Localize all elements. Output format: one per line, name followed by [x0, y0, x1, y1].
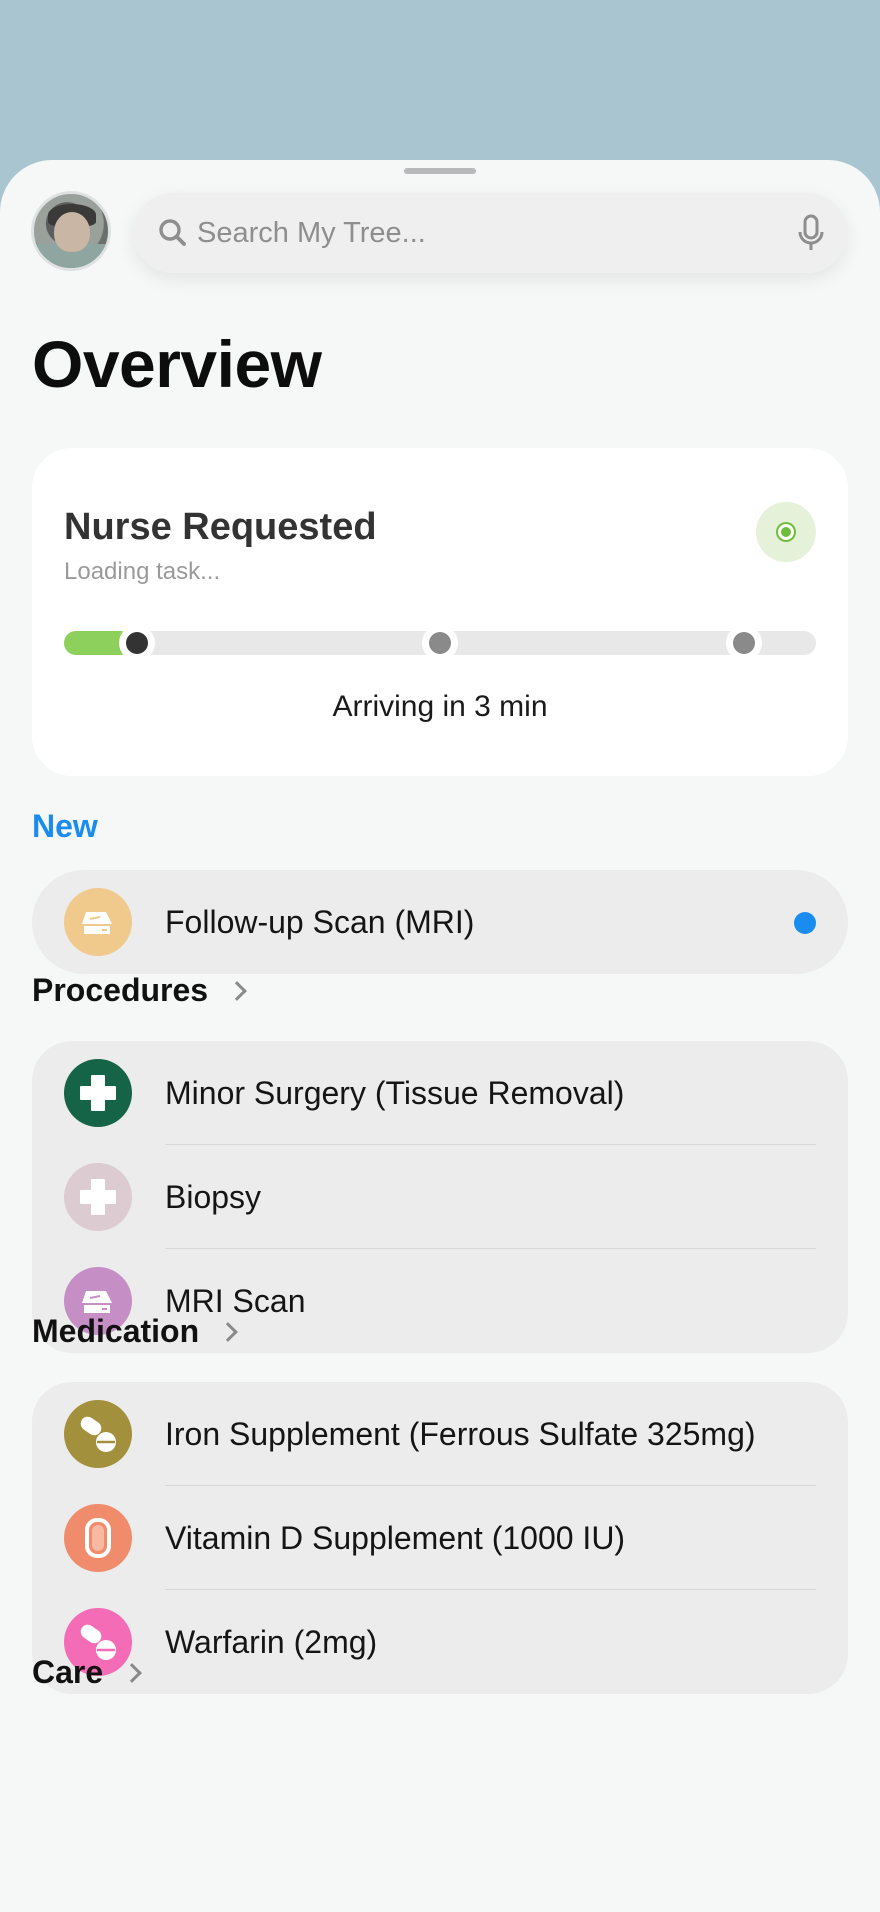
- unread-badge: [794, 912, 816, 934]
- list-item-label: Follow-up Scan (MRI): [165, 904, 475, 940]
- search-bar[interactable]: Search My Tree...: [133, 193, 847, 273]
- list-item-new-0[interactable]: Follow-up Scan (MRI): [32, 870, 848, 974]
- pills-icon: [64, 1400, 132, 1468]
- page-title: Overview: [32, 327, 322, 401]
- medical-cross-icon: [64, 1059, 132, 1127]
- task-title: Nurse Requested: [64, 506, 377, 548]
- sheet-grabber[interactable]: [404, 168, 476, 174]
- capsule-icon: [64, 1504, 132, 1572]
- task-eta: Arriving in 3 min: [332, 690, 548, 723]
- list-item-label: Biopsy: [165, 1179, 262, 1215]
- list-item-medication-0[interactable]: Iron Supplement (Ferrous Sulfate 325mg): [32, 1382, 848, 1486]
- list-item-medication-1[interactable]: Vitamin D Supplement (1000 IU): [32, 1486, 848, 1590]
- overview-sheet: Search My Tree... Overview Nurse Request…: [0, 160, 880, 1912]
- procedures-list: Minor Surgery (Tissue Removal) Biopsy MR…: [32, 1041, 848, 1353]
- chevron-right-icon: [122, 1662, 143, 1683]
- task-progress-track: [64, 625, 816, 661]
- list-item-label: Minor Surgery (Tissue Removal): [165, 1075, 625, 1111]
- list-item-procedure-0[interactable]: Minor Surgery (Tissue Removal): [32, 1041, 848, 1145]
- progress-step-2: [422, 625, 458, 661]
- section-header-medication[interactable]: Medication: [32, 1313, 239, 1350]
- new-list: Follow-up Scan (MRI): [32, 870, 848, 974]
- list-item-label: Iron Supplement (Ferrous Sulfate 325mg): [165, 1416, 756, 1452]
- section-header-procedures[interactable]: Procedures: [32, 972, 247, 1009]
- task-subtitle: Loading task...: [64, 558, 221, 585]
- task-card[interactable]: Nurse Requested Loading task... Arriving…: [32, 448, 848, 776]
- search-icon: [155, 215, 191, 251]
- list-item-medication-2[interactable]: Warfarin (2mg): [32, 1590, 848, 1694]
- avatar[interactable]: [31, 191, 111, 271]
- scanner-icon: [64, 888, 132, 956]
- list-item-label: Warfarin (2mg): [165, 1624, 378, 1660]
- progress-step-1: [119, 625, 155, 661]
- microphone-icon[interactable]: [793, 213, 829, 253]
- chevron-right-icon: [218, 1321, 239, 1342]
- medication-list: Iron Supplement (Ferrous Sulfate 325mg) …: [32, 1382, 848, 1694]
- list-item-label: Vitamin D Supplement (1000 IU): [165, 1520, 626, 1556]
- search-input[interactable]: Search My Tree...: [197, 193, 426, 273]
- list-item-procedure-1[interactable]: Biopsy: [32, 1145, 848, 1249]
- medical-cross-icon: [64, 1163, 132, 1231]
- section-header-care[interactable]: Care: [32, 1654, 143, 1691]
- chevron-right-icon: [227, 980, 247, 1001]
- section-header-new: New: [32, 808, 98, 844]
- status-indicator-icon: [756, 502, 816, 562]
- progress-step-3: [726, 625, 762, 661]
